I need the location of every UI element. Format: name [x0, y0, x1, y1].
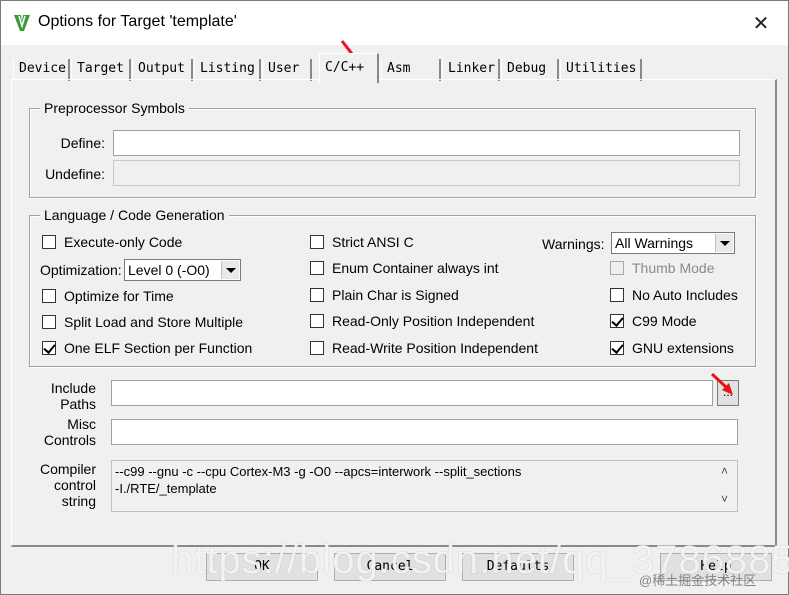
- gnu-extensions-box[interactable]: [610, 341, 624, 355]
- chevron-down-icon[interactable]: [715, 234, 733, 252]
- plain-char-signed-checkbox[interactable]: Plain Char is Signed: [310, 286, 459, 304]
- enum-container-box[interactable]: [310, 261, 324, 275]
- preprocessor-group-title: Preprocessor Symbols: [40, 100, 189, 116]
- define-label: Define:: [60, 135, 105, 151]
- compiler-control-label-line2: control: [53, 477, 96, 493]
- defaults-button[interactable]: Defaults: [462, 553, 574, 581]
- optimization-select[interactable]: Level 0 (-O0): [124, 259, 241, 281]
- compiler-control-line2: -I./RTE/_template: [115, 481, 217, 496]
- compiler-control-line1: --c99 --gnu -c --cpu Cortex-M3 -g -O0 --…: [115, 464, 522, 479]
- tab-utilities[interactable]: Utilities: [560, 59, 642, 81]
- compiler-control-label-line3: string: [61, 493, 96, 509]
- misc-controls-label-line1: Misc: [67, 416, 96, 432]
- language-group-title: Language / Code Generation: [40, 207, 229, 223]
- ro-position-independent-label: Read-Only Position Independent: [332, 313, 535, 329]
- thumb-mode-label: Thumb Mode: [632, 260, 715, 276]
- undefine-input: [113, 160, 740, 186]
- strict-ansi-checkbox[interactable]: Strict ANSI C: [310, 233, 414, 251]
- title-bar[interactable]: Options for Target 'template' ✕: [1, 1, 788, 45]
- annotation-arrow-browse: [710, 372, 733, 395]
- split-load-store-box[interactable]: [42, 315, 56, 329]
- chevron-down-icon[interactable]: [221, 261, 239, 279]
- gnu-extensions-label: GNU extensions: [632, 340, 734, 356]
- one-elf-section-box[interactable]: [42, 341, 56, 355]
- tab-asm[interactable]: Asm: [381, 59, 441, 81]
- thumb-mode-checkbox: Thumb Mode: [610, 259, 714, 277]
- scroll-down-icon[interactable]: ˅: [721, 491, 728, 508]
- include-paths-label: Include Paths: [32, 380, 96, 412]
- no-auto-includes-label: No Auto Includes: [632, 287, 738, 303]
- one-elf-section-checkbox[interactable]: One ELF Section per Function: [42, 339, 252, 357]
- undefine-label: Undefine:: [45, 166, 105, 182]
- gnu-extensions-checkbox[interactable]: GNU extensions: [610, 339, 734, 357]
- ro-position-independent-checkbox[interactable]: Read-Only Position Independent: [310, 312, 534, 330]
- scroll-up-icon[interactable]: ˄: [721, 463, 728, 480]
- tab-output[interactable]: Output: [132, 59, 193, 81]
- execute-only-label: Execute-only Code: [64, 234, 183, 250]
- tab-linker[interactable]: Linker: [442, 59, 500, 81]
- ro-position-independent-box[interactable]: [310, 314, 324, 328]
- cancel-button[interactable]: Cancel: [334, 553, 446, 581]
- warnings-label: Warnings:: [542, 236, 605, 252]
- misc-controls-label-line2: Controls: [43, 432, 96, 448]
- strict-ansi-box[interactable]: [310, 235, 324, 249]
- define-input[interactable]: [113, 130, 740, 156]
- c99-mode-checkbox[interactable]: C99 Mode: [610, 312, 697, 330]
- optimize-time-box[interactable]: [42, 289, 56, 303]
- compiler-control-label: Compiler control string: [28, 461, 96, 509]
- include-paths-input[interactable]: [111, 380, 713, 406]
- preprocessor-symbols-group: Preprocessor Symbols Define: Undefine:: [29, 100, 756, 198]
- tab-c-cpp[interactable]: C/C++: [319, 53, 379, 83]
- thumb-mode-box: [610, 261, 624, 275]
- keil-app-icon: [13, 14, 31, 32]
- options-dialog: Options for Target 'template' ✕ Device T…: [0, 0, 789, 595]
- include-paths-label-line2: Paths: [60, 396, 96, 412]
- misc-controls-label: Misc Controls: [32, 416, 96, 448]
- tab-device[interactable]: Device: [13, 59, 70, 81]
- optimization-value: Level 0 (-O0): [128, 262, 210, 278]
- c99-mode-label: C99 Mode: [632, 313, 697, 329]
- include-paths-label-line1: Include: [50, 380, 96, 396]
- enum-container-checkbox[interactable]: Enum Container always int: [310, 259, 499, 277]
- tab-listing[interactable]: Listing: [194, 59, 261, 81]
- warnings-select[interactable]: All Warnings: [611, 232, 735, 254]
- split-load-store-checkbox[interactable]: Split Load and Store Multiple: [42, 313, 243, 331]
- execute-only-box[interactable]: [42, 235, 56, 249]
- split-load-store-label: Split Load and Store Multiple: [64, 314, 243, 330]
- ok-button[interactable]: OK: [206, 553, 318, 581]
- rw-position-independent-label: Read-Write Position Independent: [332, 340, 538, 356]
- tab-user[interactable]: User: [262, 59, 312, 81]
- c-cpp-tab-page: Preprocessor Symbols Define: Undefine: L…: [11, 79, 777, 547]
- warnings-value: All Warnings: [615, 235, 694, 251]
- execute-only-checkbox[interactable]: Execute-only Code: [42, 233, 182, 251]
- plain-char-signed-box[interactable]: [310, 288, 324, 302]
- dialog-client-area: Device Target Output Listing User C/C++ …: [1, 45, 788, 594]
- misc-controls-input[interactable]: [111, 419, 738, 445]
- rw-position-independent-box[interactable]: [310, 341, 324, 355]
- c99-mode-box[interactable]: [610, 314, 624, 328]
- strict-ansi-label: Strict ANSI C: [332, 234, 414, 250]
- optimization-label: Optimization:: [40, 262, 122, 278]
- plain-char-signed-label: Plain Char is Signed: [332, 287, 459, 303]
- no-auto-includes-checkbox[interactable]: No Auto Includes: [610, 286, 738, 304]
- compiler-control-string[interactable]: --c99 --gnu -c --cpu Cortex-M3 -g -O0 --…: [111, 460, 738, 512]
- rw-position-independent-checkbox[interactable]: Read-Write Position Independent: [310, 339, 538, 357]
- language-code-generation-group: Language / Code Generation Execute-only …: [29, 207, 756, 367]
- window-title: Options for Target 'template': [38, 13, 237, 30]
- compiler-control-label-line1: Compiler: [39, 461, 96, 477]
- help-button[interactable]: Help: [660, 553, 772, 581]
- optimize-time-label: Optimize for Time: [64, 288, 174, 304]
- enum-container-label: Enum Container always int: [332, 260, 499, 276]
- one-elf-section-label: One ELF Section per Function: [64, 340, 253, 356]
- optimize-time-checkbox[interactable]: Optimize for Time: [42, 287, 174, 305]
- compiler-control-scrollbar[interactable]: ˄ ˅: [717, 461, 737, 511]
- tab-target[interactable]: Target: [71, 59, 131, 81]
- close-button[interactable]: ✕: [747, 11, 775, 37]
- tab-debug[interactable]: Debug: [501, 59, 559, 81]
- no-auto-includes-box[interactable]: [610, 288, 624, 302]
